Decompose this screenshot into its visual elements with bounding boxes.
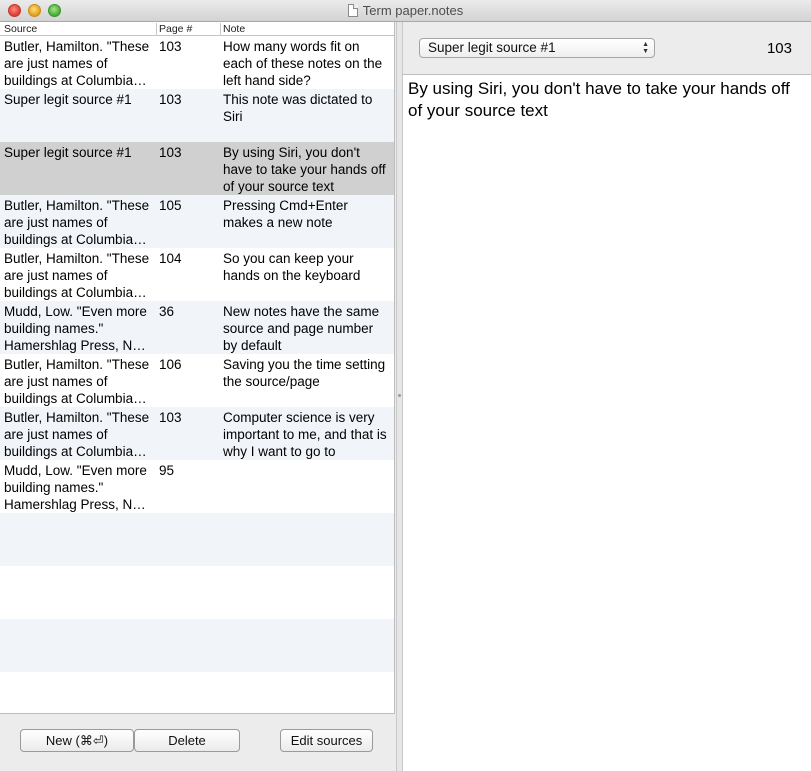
row-source-cell-text: Butler, Hamilton. "These are just names … (4, 251, 150, 300)
row-source-cell: Butler, Hamilton. "These are just names … (4, 409, 150, 460)
row-note-cell: So you can keep your hands on the keyboa… (223, 250, 391, 284)
row-note-cell-text: New notes have the same source and page … (223, 304, 380, 353)
row-source-cell-text: Super legit source #1 (4, 145, 132, 160)
row-note-cell: Computer science is very important to me… (223, 409, 391, 460)
row-page-cell: 105 (159, 197, 214, 214)
row-source-cell: Butler, Hamilton. "These are just names … (4, 38, 150, 89)
row-page-cell-text: 106 (159, 357, 182, 372)
row-page-cell: 103 (159, 91, 214, 108)
column-header-source[interactable]: Source (4, 23, 154, 36)
row-page-cell: 103 (159, 409, 214, 426)
row-source-cell: Butler, Hamilton. "These are just names … (4, 356, 150, 407)
empty-table-row (0, 513, 394, 566)
row-source-cell: Butler, Hamilton. "These are just names … (4, 250, 150, 301)
row-note-cell-text: This note was dictated to Siri (223, 92, 373, 124)
empty-table-row (0, 672, 394, 713)
row-source-cell: Super legit source #1 (4, 144, 150, 161)
column-header-note[interactable]: Note (220, 23, 393, 36)
table-row[interactable]: Butler, Hamilton. "These are just names … (0, 407, 394, 460)
row-page-cell: 95 (159, 462, 214, 479)
row-note-cell-text: By using Siri, you don't have to take yo… (223, 145, 386, 194)
row-page-cell-text: 103 (159, 39, 182, 54)
empty-table-row (0, 619, 394, 672)
title-bar: Term paper.notes (0, 0, 811, 22)
window-title: Term paper.notes (362, 3, 464, 18)
column-header-page[interactable]: Page # (156, 23, 219, 36)
select-arrows-icon: ▲ ▼ (642, 41, 649, 55)
delete-button[interactable]: Delete (134, 729, 240, 752)
row-page-cell: 106 (159, 356, 214, 373)
window-title-wrap: Term paper.notes (0, 3, 811, 18)
table-row[interactable]: Super legit source #1 103 This note was di… (0, 89, 394, 142)
source-select[interactable]: Super legit source #1 ▲ ▼ (419, 38, 655, 58)
row-note-cell: Saving you the time setting the source/p… (223, 356, 391, 390)
table-row[interactable]: Butler, Hamilton. "These are just names … (0, 36, 394, 89)
split-view-divider[interactable] (396, 22, 403, 771)
row-source-cell: Mudd, Low. "Even more building names." H… (4, 303, 150, 354)
row-page-cell: 36 (159, 303, 214, 320)
table-row[interactable]: Butler, Hamilton. "These are just names … (0, 195, 394, 248)
row-source-cell-text: Butler, Hamilton. "These are just names … (4, 410, 150, 459)
row-page-cell-text: 103 (159, 145, 182, 160)
row-source-cell-text: Mudd, Low. "Even more building names." H… (4, 463, 150, 512)
row-page-cell-text: 103 (159, 92, 182, 107)
notes-list-pane: Source Page # Note Butler, Hamilton. "Th… (0, 22, 396, 771)
page-number-field[interactable]: 103 (767, 40, 792, 57)
table-header: Source Page # Note (0, 22, 394, 36)
row-page-cell-text: 95 (159, 463, 175, 478)
row-source-cell: Mudd, Low. "Even more building names." H… (4, 462, 150, 513)
row-note-cell-text: Saving you the time setting the source/p… (223, 357, 386, 389)
row-page-cell: 103 (159, 38, 214, 55)
row-note-cell-text: So you can keep your hands on the keyboa… (223, 251, 361, 283)
empty-table-row (0, 566, 394, 619)
table-row[interactable]: Super legit source #1 103 By using Siri, y… (0, 142, 394, 195)
row-note-cell-text: Pressing Cmd+Enter makes a new note (223, 198, 348, 230)
source-select-value: Super legit source #1 (428, 40, 556, 55)
row-source-cell-text: Mudd, Low. "Even more building names." H… (4, 304, 150, 353)
row-source-cell-text: Butler, Hamilton. "These are just names … (4, 39, 150, 88)
row-note-cell: How many words fit on each of these note… (223, 38, 391, 89)
row-page-cell-text: 36 (159, 304, 175, 319)
row-page-cell: 103 (159, 144, 214, 161)
note-detail-pane: Super legit source #1 ▲ ▼ 103 By using Si… (403, 22, 811, 771)
note-text-editor[interactable]: By using Siri, you don't have to take yo… (403, 74, 811, 771)
row-note-cell: New notes have the same source and page … (223, 303, 391, 354)
document-icon (347, 4, 358, 17)
new-note-button[interactable]: New (⌘⏎) (20, 729, 134, 752)
row-page-cell-text: 104 (159, 251, 182, 266)
table-rows: Butler, Hamilton. "These are just names … (0, 36, 394, 713)
row-page-cell: 104 (159, 250, 214, 267)
notes-table[interactable]: Source Page # Note Butler, Hamilton. "Th… (0, 22, 395, 714)
row-note-cell-text: How many words fit on each of these note… (223, 39, 383, 88)
row-page-cell-text: 103 (159, 410, 182, 425)
row-note-cell: This note was dictated to Siri (223, 91, 391, 125)
table-row[interactable]: Mudd, Low. "Even more building names." H… (0, 460, 394, 513)
row-source-cell: Butler, Hamilton. "These are just names … (4, 197, 150, 248)
table-row[interactable]: Butler, Hamilton. "These are just names … (0, 354, 394, 407)
table-row[interactable]: Mudd, Low. "Even more building names." H… (0, 301, 394, 354)
row-page-cell-text: 105 (159, 198, 182, 213)
table-row[interactable]: Butler, Hamilton. "These are just names … (0, 248, 394, 301)
row-source-cell: Super legit source #1 (4, 91, 150, 108)
row-note-cell: By using Siri, you don't have to take yo… (223, 144, 391, 195)
divider-grip-icon (398, 394, 401, 397)
button-bar: New (⌘⏎) Delete Edit sources (0, 722, 396, 762)
row-source-cell-text: Butler, Hamilton. "These are just names … (4, 357, 150, 406)
row-source-cell-text: Butler, Hamilton. "These are just names … (4, 198, 150, 247)
row-note-cell: Pressing Cmd+Enter makes a new note (223, 197, 391, 231)
row-note-cell-text: Computer science is very important to me… (223, 410, 387, 459)
row-source-cell-text: Super legit source #1 (4, 92, 132, 107)
edit-sources-button[interactable]: Edit sources (280, 729, 373, 752)
